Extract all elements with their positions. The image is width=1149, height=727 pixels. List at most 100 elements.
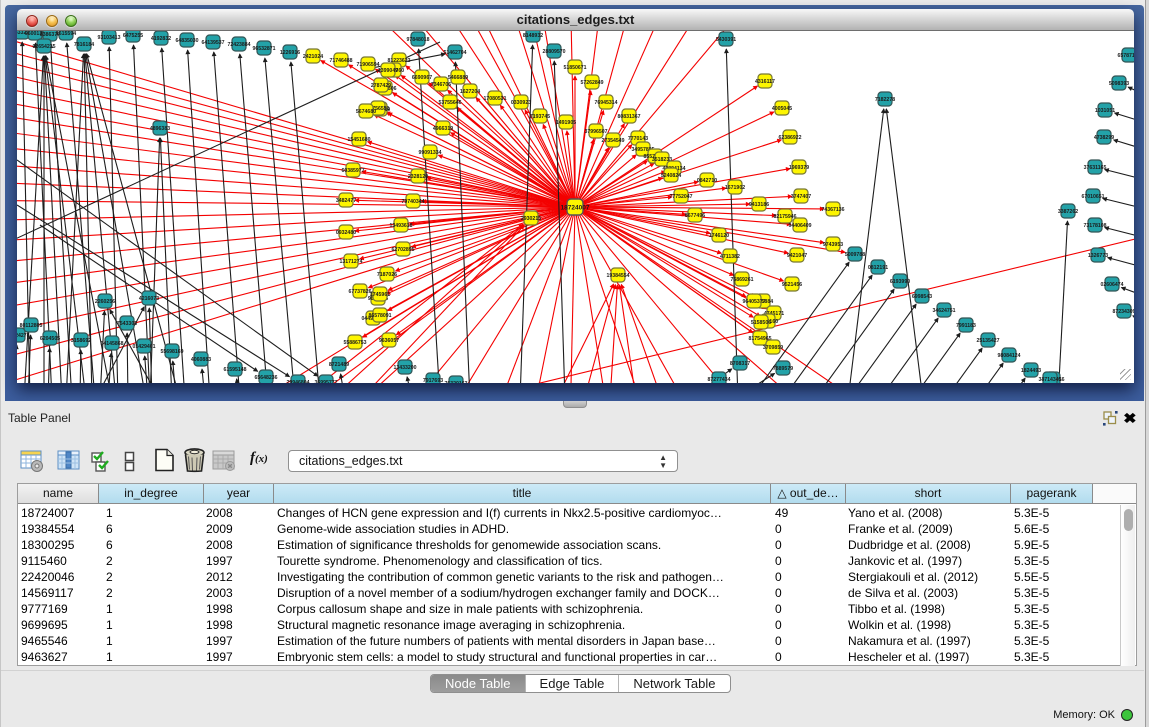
svg-text:0842710: 0842710 bbox=[697, 178, 717, 184]
svg-text:8677496: 8677496 bbox=[685, 213, 705, 219]
svg-text:3482477: 3482477 bbox=[336, 198, 356, 204]
svg-text:62702895: 62702895 bbox=[391, 247, 414, 253]
svg-text:0932480: 0932480 bbox=[336, 230, 356, 236]
svg-text:1326773: 1326773 bbox=[1088, 253, 1108, 259]
svg-text:4316117: 4316117 bbox=[755, 79, 775, 85]
svg-text:62386922: 62386922 bbox=[778, 135, 801, 141]
svg-text:0812191: 0812191 bbox=[868, 265, 888, 271]
svg-text:76945314: 76945314 bbox=[594, 100, 617, 106]
svg-text:7770143: 7770143 bbox=[628, 136, 648, 142]
svg-text:1615594: 1615594 bbox=[56, 31, 76, 37]
svg-text:5098393: 5098393 bbox=[1109, 81, 1129, 87]
svg-text:1627204: 1627204 bbox=[460, 89, 480, 95]
svg-text:73178108: 73178108 bbox=[1083, 223, 1106, 229]
svg-text:61595148: 61595148 bbox=[223, 367, 246, 373]
svg-text:18724007: 18724007 bbox=[561, 205, 590, 212]
svg-text:5009788: 5009788 bbox=[845, 252, 865, 258]
svg-text:29946804: 29946804 bbox=[286, 380, 309, 383]
svg-text:36995777: 36995777 bbox=[314, 380, 337, 383]
svg-text:13171274: 13171274 bbox=[339, 259, 362, 265]
svg-text:55698169: 55698169 bbox=[160, 349, 183, 355]
svg-text:1746120: 1746120 bbox=[709, 233, 729, 239]
svg-text:98084124: 98084124 bbox=[997, 353, 1020, 359]
svg-text:65648236: 65648236 bbox=[254, 375, 277, 381]
svg-text:8148932: 8148932 bbox=[523, 33, 543, 39]
svg-text:87277434: 87277434 bbox=[707, 377, 730, 383]
svg-text:00524278: 00524278 bbox=[17, 333, 30, 339]
svg-text:75869261: 75869261 bbox=[730, 277, 753, 283]
svg-text:01429401: 01429401 bbox=[132, 344, 155, 350]
svg-text:8708317: 8708317 bbox=[730, 361, 750, 367]
svg-text:74367136: 74367136 bbox=[821, 207, 844, 213]
svg-text:15451680: 15451680 bbox=[347, 137, 370, 143]
svg-text:4060883: 4060883 bbox=[191, 357, 211, 363]
svg-text:6204505: 6204505 bbox=[40, 336, 60, 342]
svg-text:4896383: 4896383 bbox=[150, 126, 170, 132]
svg-text:60385977: 60385977 bbox=[341, 168, 364, 174]
svg-text:34714345: 34714345 bbox=[1038, 377, 1061, 383]
svg-text:4738299: 4738299 bbox=[1094, 135, 1114, 141]
svg-text:7182278: 7182278 bbox=[875, 97, 895, 103]
svg-text:27354549: 27354549 bbox=[601, 138, 624, 144]
svg-text:54145868: 54145868 bbox=[100, 341, 123, 347]
svg-text:4711382: 4711382 bbox=[720, 254, 740, 260]
svg-text:7543303: 7543303 bbox=[117, 321, 137, 327]
svg-text:3158692: 3158692 bbox=[71, 338, 91, 344]
svg-text:72423884: 72423884 bbox=[227, 42, 250, 48]
svg-text:93103413: 93103413 bbox=[97, 35, 120, 41]
svg-text:4216073: 4216073 bbox=[139, 296, 159, 302]
svg-text:6690967: 6690967 bbox=[412, 75, 432, 81]
svg-text:55886753: 55886753 bbox=[343, 340, 366, 346]
svg-text:79740344: 79740344 bbox=[401, 199, 424, 205]
svg-text:1745961: 1745961 bbox=[370, 292, 390, 298]
svg-text:7917693: 7917693 bbox=[423, 378, 443, 383]
svg-text:71906594: 71906594 bbox=[356, 62, 379, 68]
svg-text:17080531: 17080531 bbox=[483, 96, 506, 102]
svg-text:0330923: 0330923 bbox=[511, 100, 531, 106]
svg-text:76320163: 76320163 bbox=[444, 381, 467, 383]
svg-text:9636057: 9636057 bbox=[379, 338, 399, 344]
svg-text:5430391: 5430391 bbox=[716, 37, 736, 43]
svg-text:37996507: 37996507 bbox=[584, 129, 607, 135]
svg-text:2260256: 2260256 bbox=[95, 299, 115, 305]
svg-text:9413186: 9413186 bbox=[749, 202, 769, 208]
svg-text:8721489: 8721489 bbox=[329, 362, 349, 368]
svg-text:5240824: 5240824 bbox=[661, 173, 681, 179]
svg-text:1399049: 1399049 bbox=[378, 68, 398, 74]
svg-text:65787133: 65787133 bbox=[1117, 53, 1134, 59]
svg-text:2787429: 2787429 bbox=[371, 83, 391, 89]
svg-text:7816184: 7816184 bbox=[74, 42, 94, 48]
svg-text:1226916: 1226916 bbox=[280, 50, 300, 56]
svg-text:02654235: 02654235 bbox=[32, 44, 55, 50]
svg-text:6998543: 6998543 bbox=[912, 294, 932, 300]
svg-text:4005045: 4005045 bbox=[772, 106, 792, 112]
svg-text:80831367: 80831367 bbox=[617, 114, 640, 120]
svg-text:51462704: 51462704 bbox=[443, 50, 466, 56]
svg-text:64139537: 64139537 bbox=[201, 40, 224, 46]
svg-text:9743953: 9743953 bbox=[823, 242, 843, 248]
svg-text:86578091: 86578091 bbox=[368, 313, 391, 319]
svg-text:51850671: 51850671 bbox=[563, 65, 586, 71]
svg-text:99091334: 99091334 bbox=[418, 150, 441, 156]
svg-text:7889579: 7889579 bbox=[773, 366, 793, 372]
svg-text:5158506: 5158506 bbox=[751, 320, 771, 326]
svg-text:1031051: 1031051 bbox=[1095, 108, 1115, 114]
svg-text:1491905: 1491905 bbox=[556, 120, 576, 126]
svg-text:2421024: 2421024 bbox=[303, 54, 323, 60]
svg-text:28809570: 28809570 bbox=[542, 49, 565, 55]
svg-text:3387262: 3387262 bbox=[1058, 209, 1078, 215]
svg-text:4966319: 4966319 bbox=[433, 126, 453, 132]
svg-text:5466889: 5466889 bbox=[448, 75, 468, 81]
svg-text:34624751: 34624751 bbox=[932, 308, 955, 314]
svg-text:2328120: 2328120 bbox=[408, 174, 428, 180]
svg-text:80112805: 80112805 bbox=[20, 323, 43, 329]
svg-text:9521456: 9521456 bbox=[782, 282, 802, 288]
svg-text:87234309: 87234309 bbox=[1112, 309, 1134, 315]
svg-text:57262849: 57262849 bbox=[580, 80, 603, 86]
svg-text:6475255: 6475255 bbox=[123, 33, 143, 39]
svg-text:9421047: 9421047 bbox=[787, 253, 807, 259]
svg-text:96405377: 96405377 bbox=[742, 299, 765, 305]
svg-text:4192832: 4192832 bbox=[151, 36, 171, 42]
svg-text:3709859: 3709859 bbox=[763, 345, 783, 351]
svg-text:77752047: 77752047 bbox=[669, 194, 692, 200]
